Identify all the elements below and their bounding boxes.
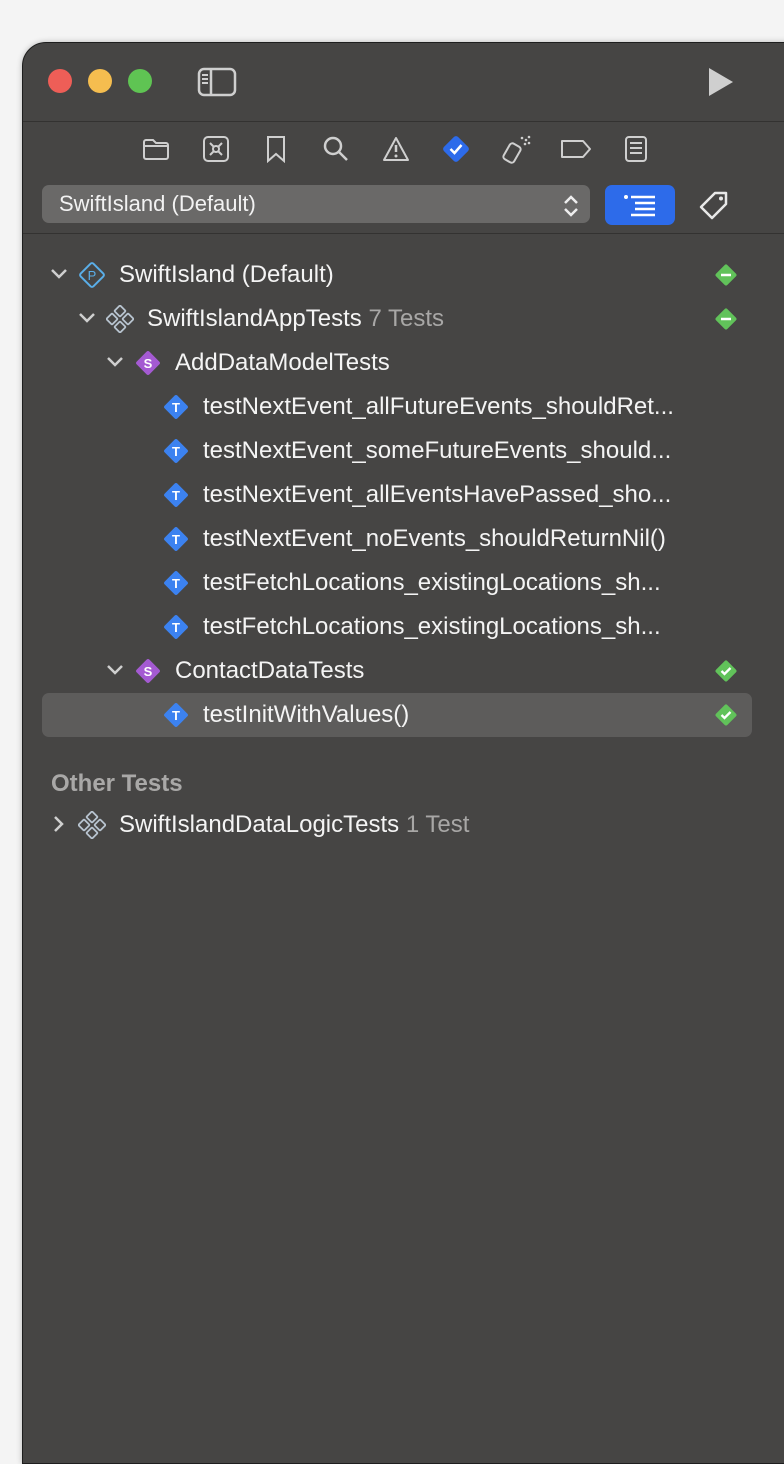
scheme-toolbar: SwiftIsland (Default) (23, 185, 784, 225)
search-icon[interactable] (320, 131, 352, 167)
test-case-icon: T (164, 615, 188, 639)
warning-icon[interactable] (380, 131, 412, 167)
test-case-icon: T (164, 703, 188, 727)
tree-row-test-selected[interactable]: T testInitWithValues() (42, 693, 752, 737)
passed-status-icon (715, 704, 737, 726)
tree-row-test[interactable]: T testFetchLocations_existingLocations_s… (42, 605, 752, 649)
tree-row-test[interactable]: T testNextEvent_noEvents_shouldReturnNil… (42, 517, 752, 561)
hierarchy-filter-button[interactable] (605, 185, 675, 225)
chevron-down-icon[interactable] (104, 659, 126, 681)
tree-row-test[interactable]: T testNextEvent_allFutureEvents_shouldRe… (42, 385, 752, 429)
xcode-window: SwiftIsland (Default) P SwiftIsland (Def… (22, 42, 784, 1464)
test-suite-icon: S (136, 351, 160, 375)
svg-text:T: T (172, 400, 180, 415)
navigator-tab-bar (23, 131, 784, 167)
zoom-icon[interactable] (128, 69, 152, 93)
test-case-icon: T (164, 439, 188, 463)
tree-row-label: SwiftIslandDataLogicTests 1 Test (119, 811, 470, 838)
chevron-down-icon[interactable] (104, 351, 126, 373)
test-count: 7 Tests (368, 305, 445, 332)
titlebar-divider (23, 121, 784, 122)
tree-row-test[interactable]: T testNextEvent_allEventsHavePassed_sho.… (42, 473, 752, 517)
report-icon[interactable] (620, 131, 652, 167)
chevron-down-icon[interactable] (76, 307, 98, 329)
source-control-icon[interactable] (200, 131, 232, 167)
test-suite-icon: S (136, 659, 160, 683)
scheme-select[interactable]: SwiftIsland (Default) (42, 185, 590, 223)
passed-status-icon (715, 660, 737, 682)
title-bar (23, 43, 784, 121)
tree-row-test[interactable]: T testNextEvent_someFutureEvents_should.… (42, 429, 752, 473)
svg-text:T: T (172, 620, 180, 635)
svg-text:S: S (144, 664, 153, 679)
skipped-status-icon (715, 264, 737, 286)
tag-icon[interactable] (695, 187, 733, 225)
test-target-icon (78, 811, 106, 839)
close-icon[interactable] (48, 69, 72, 93)
sidebar-toggle-icon[interactable] (197, 67, 237, 97)
test-count: 1 Test (405, 811, 470, 838)
svg-text:P: P (88, 268, 97, 283)
tree-row-label: testFetchLocations_existingLocations_sh.… (203, 613, 661, 640)
run-icon[interactable] (703, 65, 737, 99)
test-target-icon (106, 305, 134, 333)
svg-text:T: T (172, 532, 180, 547)
minimize-icon[interactable] (88, 69, 112, 93)
tree-row-label: AddDataModelTests (175, 349, 390, 376)
scheme-select-value: SwiftIsland (Default) (59, 191, 256, 216)
chevron-up-down-icon (562, 192, 580, 217)
tree-row-target[interactable]: SwiftIslandAppTests 7 Tests (42, 297, 752, 341)
test-case-icon: T (164, 483, 188, 507)
tree-row-label: testInitWithValues() (203, 701, 410, 728)
tree-row-label: testNextEvent_allEventsHavePassed_sho... (203, 481, 672, 508)
test-plan-icon: P (79, 262, 105, 288)
test-navigator-icon[interactable] (440, 131, 472, 167)
tree-row-label: ContactDataTests (175, 657, 365, 684)
tree-row-label: testNextEvent_someFutureEvents_should... (203, 437, 672, 464)
tree-row-suite[interactable]: S AddDataModelTests (42, 341, 752, 385)
bookmark-icon[interactable] (260, 131, 292, 167)
chevron-right-icon[interactable] (48, 813, 70, 835)
svg-text:T: T (172, 488, 180, 503)
tree-row-label: testNextEvent_allFutureEvents_shouldRet.… (203, 393, 674, 420)
debug-icon[interactable] (500, 131, 532, 167)
tree-row-label: testFetchLocations_existingLocations_sh.… (203, 569, 661, 596)
tree-row-plan[interactable]: P SwiftIsland (Default) (42, 253, 752, 297)
skipped-status-icon (715, 308, 737, 330)
tree-row-other-target[interactable]: SwiftIslandDataLogicTests 1 Test (42, 803, 752, 847)
list-icon (624, 195, 655, 217)
svg-text:S: S (144, 356, 153, 371)
tree-row-test[interactable]: T testFetchLocations_existingLocations_s… (42, 561, 752, 605)
tree-row-label: testNextEvent_noEvents_shouldReturnNil() (203, 525, 666, 552)
test-case-icon: T (164, 395, 188, 419)
test-case-icon: T (164, 571, 188, 595)
svg-text:T: T (172, 708, 180, 723)
tree-row-label: SwiftIslandAppTests 7 Tests (147, 305, 445, 332)
toolbar-divider (23, 233, 784, 234)
svg-text:T: T (172, 576, 180, 591)
breakpoint-icon[interactable] (560, 131, 592, 167)
tree-row-label: SwiftIsland (Default) (119, 261, 334, 288)
other-tests-heading: Other Tests (51, 770, 183, 797)
svg-text:T: T (172, 444, 180, 459)
test-case-icon: T (164, 527, 188, 551)
folder-icon[interactable] (140, 131, 172, 167)
chevron-down-icon[interactable] (48, 263, 70, 285)
tree-row-suite[interactable]: S ContactDataTests (42, 649, 752, 693)
